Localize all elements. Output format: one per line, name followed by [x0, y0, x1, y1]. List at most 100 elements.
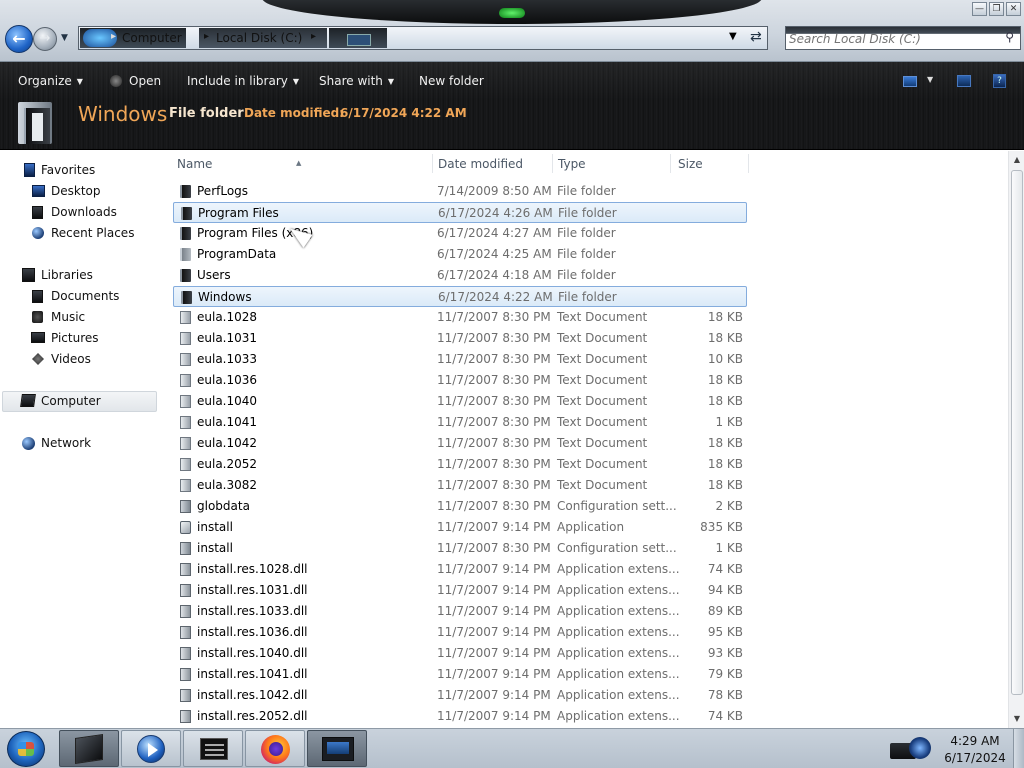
- hidden-folder-icon: [180, 248, 191, 261]
- details-item-name: Windows: [78, 102, 168, 126]
- taskbar-display-button[interactable]: [307, 730, 367, 767]
- include-in-library-button[interactable]: Include in library ▼: [187, 74, 299, 88]
- dll-file-icon: [180, 647, 191, 660]
- nav-computer[interactable]: Computer: [0, 391, 160, 411]
- column-header-date-modified[interactable]: Date modified: [427, 156, 547, 174]
- taskbar-command-prompt-button[interactable]: [183, 730, 243, 767]
- file-row[interactable]: install.res.1040.dll 11/7/2007 9:14 PM App…: [173, 643, 747, 664]
- file-name: install: [197, 520, 233, 534]
- scrollbar-thumb[interactable]: [1011, 170, 1023, 695]
- search-box[interactable]: ⚲: [785, 26, 1021, 50]
- column-divider[interactable]: [748, 154, 749, 173]
- nav-libraries[interactable]: Libraries: [0, 265, 160, 285]
- file-name: eula.1033: [197, 352, 258, 366]
- file-size: 18 KB: [707, 373, 743, 387]
- open-button[interactable]: Open: [110, 74, 161, 88]
- file-date-modified: 11/7/2007 9:14 PM: [437, 709, 551, 723]
- nav-desktop[interactable]: Desktop: [0, 181, 160, 201]
- file-row[interactable]: eula.2052 11/7/2007 8:30 PM Text Document 1…: [173, 454, 747, 475]
- file-row[interactable]: Program Files (x86) 6/17/2024 4:27 AM File…: [173, 223, 747, 244]
- share-with-button[interactable]: Share with ▼: [319, 74, 394, 88]
- address-bar[interactable]: ▸ Computer ▸ Local Disk (C:) ▸ ▼ ⇄: [78, 26, 768, 50]
- close-button[interactable]: ✕: [1006, 2, 1021, 16]
- file-row[interactable]: Program Files 6/17/2024 4:26 AM File folde…: [173, 202, 747, 223]
- maximize-button[interactable]: ❐: [989, 2, 1004, 16]
- file-row[interactable]: install 11/7/2007 8:30 PM Configuration se…: [173, 538, 747, 559]
- file-row[interactable]: eula.3082 11/7/2007 8:30 PM Text Document 1…: [173, 475, 747, 496]
- show-desktop-button[interactable]: [1013, 729, 1024, 768]
- back-button[interactable]: ←: [5, 25, 33, 53]
- search-input[interactable]: [789, 30, 994, 47]
- nav-documents[interactable]: Documents: [0, 286, 160, 306]
- file-row[interactable]: eula.1031 11/7/2007 8:30 PM Text Document 1…: [173, 328, 747, 349]
- vertical-scrollbar[interactable]: ▲ ▼: [1008, 151, 1024, 728]
- file-row[interactable]: install.res.2052.dll 11/7/2007 9:14 PM App…: [173, 706, 747, 727]
- file-row[interactable]: Users 6/17/2024 4:18 AM File folder: [173, 265, 747, 286]
- file-row[interactable]: globdata 11/7/2007 8:30 PM Configuration s…: [173, 496, 747, 517]
- breadcrumb-chevron-icon[interactable]: ▸: [111, 31, 116, 42]
- breadcrumb-chevron-icon[interactable]: ▸: [204, 31, 209, 42]
- file-row[interactable]: eula.1041 11/7/2007 8:30 PM Text Document 1…: [173, 412, 747, 433]
- scroll-up-icon[interactable]: ▲: [1010, 153, 1024, 167]
- column-header-type[interactable]: Type: [547, 156, 667, 174]
- file-row[interactable]: PerfLogs 7/14/2009 8:50 AM File folder: [173, 181, 747, 202]
- recent-pages-dropdown[interactable]: ▼: [61, 33, 68, 43]
- file-row[interactable]: eula.1042 11/7/2007 8:30 PM Text Document 1…: [173, 433, 747, 454]
- file-row[interactable]: install.res.1028.dll 11/7/2007 9:14 PM App…: [173, 559, 747, 580]
- breadcrumb-local-disk[interactable]: Local Disk (C:): [216, 31, 302, 45]
- taskbar-media-player-button[interactable]: [121, 730, 181, 767]
- taskbar-explorer-button[interactable]: [59, 730, 119, 767]
- file-date-modified: 6/17/2024 4:27 AM: [437, 226, 552, 240]
- file-row[interactable]: ProgramData 6/17/2024 4:25 AM File folder: [173, 244, 747, 265]
- change-view-icon[interactable]: [903, 76, 917, 87]
- start-button[interactable]: [7, 731, 45, 767]
- forward-button[interactable]: →: [33, 27, 57, 51]
- nav-pictures[interactable]: Pictures: [0, 328, 160, 348]
- file-row[interactable]: install.res.1036.dll 11/7/2007 9:14 PM App…: [173, 622, 747, 643]
- tray-camera-icon[interactable]: [890, 737, 932, 761]
- address-history-dropdown-icon[interactable]: ▼: [729, 31, 737, 42]
- file-row[interactable]: Windows 6/17/2024 4:22 AM File folder: [173, 286, 747, 307]
- file-name: eula.1036: [197, 373, 258, 387]
- search-icon[interactable]: ⚲: [1005, 30, 1014, 44]
- help-icon[interactable]: ?: [993, 74, 1006, 88]
- network-icon: [22, 437, 35, 450]
- file-row[interactable]: eula.1028 11/7/2007 8:30 PM Text Document 1…: [173, 307, 747, 328]
- column-header-size[interactable]: Size: [667, 156, 747, 174]
- views-dropdown-icon[interactable]: ▼: [927, 75, 933, 84]
- file-row[interactable]: eula.1040 11/7/2007 8:30 PM Text Document 1…: [173, 391, 747, 412]
- clock-time[interactable]: 4:29 AM: [945, 734, 1005, 748]
- scroll-down-icon[interactable]: ▼: [1010, 712, 1024, 726]
- new-folder-button[interactable]: New folder: [419, 74, 484, 88]
- file-row[interactable]: install.res.1033.dll 11/7/2007 9:14 PM App…: [173, 601, 747, 622]
- file-row[interactable]: eula.1036 11/7/2007 8:30 PM Text Document 1…: [173, 370, 747, 391]
- file-size: 18 KB: [707, 310, 743, 324]
- recent-places-icon: [32, 227, 44, 239]
- file-row[interactable]: install.res.1041.dll 11/7/2007 9:14 PM App…: [173, 664, 747, 685]
- media-player-icon: [137, 735, 165, 763]
- clock-date[interactable]: 6/17/2024: [940, 751, 1010, 765]
- preview-pane-icon[interactable]: [957, 75, 971, 87]
- file-row[interactable]: install 11/7/2007 9:14 PM Application 835 K…: [173, 517, 747, 538]
- nav-downloads[interactable]: Downloads: [0, 202, 160, 222]
- nav-network[interactable]: Network: [0, 433, 160, 453]
- nav-music[interactable]: Music: [0, 307, 160, 327]
- column-header-name[interactable]: Name ▲: [166, 156, 432, 174]
- file-name: install.res.1040.dll: [197, 646, 308, 660]
- file-type: Text Document: [557, 352, 648, 366]
- folder-icon: [180, 269, 191, 282]
- nav-favorites[interactable]: Favorites: [0, 160, 160, 180]
- breadcrumb-chevron-icon[interactable]: ▸: [311, 31, 316, 42]
- minimize-button[interactable]: —: [972, 2, 987, 16]
- file-row[interactable]: install.res.1031.dll 11/7/2007 9:14 PM App…: [173, 580, 747, 601]
- nav-videos[interactable]: Videos: [0, 349, 160, 369]
- file-row[interactable]: eula.1033 11/7/2007 8:30 PM Text Document 1…: [173, 349, 747, 370]
- taskbar-firefox-button[interactable]: [245, 730, 305, 767]
- breadcrumb-computer[interactable]: Computer: [122, 31, 182, 45]
- organize-label: Organize: [18, 74, 72, 88]
- file-row[interactable]: install.res.1042.dll 11/7/2007 9:14 PM App…: [173, 685, 747, 706]
- display-icon: [322, 737, 354, 761]
- refresh-icon[interactable]: ⇄: [750, 29, 762, 45]
- nav-recent-places[interactable]: Recent Places: [0, 223, 160, 243]
- organize-button[interactable]: Organize ▼: [18, 74, 83, 88]
